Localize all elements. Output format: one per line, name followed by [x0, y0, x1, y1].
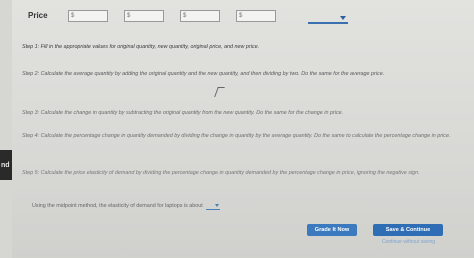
step-5-text: Step 5: Calculate the price elasticity o…	[22, 170, 420, 176]
original-price-input[interactable]: $	[68, 10, 108, 22]
mouse-cursor-icon	[214, 87, 225, 97]
dollar-prefix: $	[127, 13, 131, 19]
step-2-text: Step 2: Calculate the average quantity b…	[22, 71, 385, 77]
new-price-input[interactable]: $	[124, 10, 164, 22]
step-1-text: Step 1: Fill in the appropriate values f…	[22, 44, 260, 50]
grade-it-now-button[interactable]: Grade It Now	[307, 224, 357, 236]
step-4-text: Step 4: Calculate the percentage change …	[22, 133, 451, 139]
price-change-input[interactable]: $	[236, 10, 276, 22]
dollar-prefix: $	[239, 13, 243, 19]
elasticity-question: Using the midpoint method, the elasticit…	[32, 202, 220, 210]
percent-change-dropdown[interactable]	[308, 22, 348, 24]
grade-button-label: Grade It Now	[314, 227, 350, 233]
save-button-label: Save & Continue	[385, 227, 431, 233]
question-panel: Price $ $ $ $ Step 1: Fill in the approp…	[12, 0, 474, 258]
dollar-prefix: $	[183, 13, 187, 19]
side-panel-strip: nd	[0, 150, 12, 180]
save-and-continue-button[interactable]: Save & Continue	[373, 224, 443, 236]
average-price-input[interactable]: $	[180, 10, 220, 22]
continue-without-saving-link[interactable]: Continue without saving	[371, 239, 446, 245]
price-label: Price	[28, 11, 48, 20]
side-strip-text: nd	[1, 161, 10, 169]
step-3-text: Step 3: Calculate the change in quantity…	[22, 110, 344, 116]
price-row: Price $ $ $ $	[28, 8, 474, 28]
chevron-down-icon[interactable]	[340, 16, 346, 20]
elasticity-dropdown[interactable]	[205, 202, 220, 210]
dollar-prefix: $	[71, 13, 75, 19]
elasticity-question-text: Using the midpoint method, the elasticit…	[32, 203, 203, 209]
